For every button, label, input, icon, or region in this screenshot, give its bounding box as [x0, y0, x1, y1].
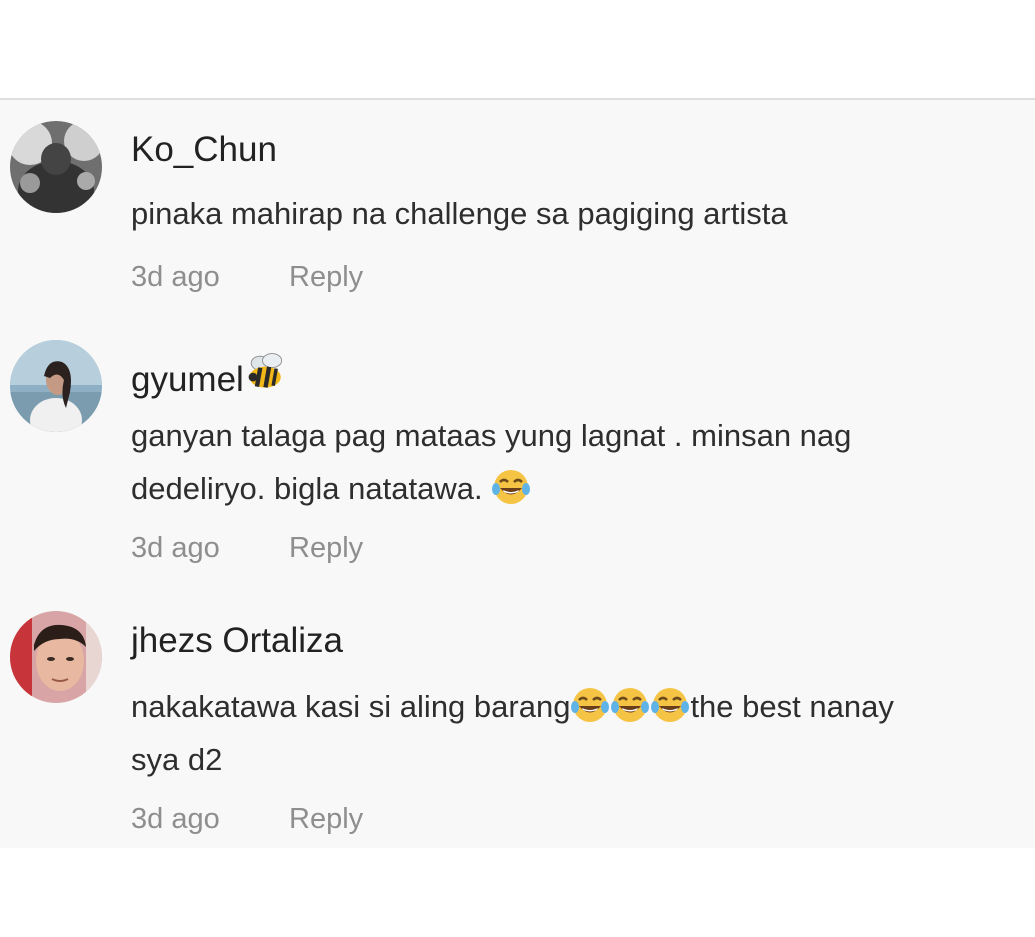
face-with-tears-of-joy-icon [491, 467, 531, 507]
face-with-tears-of-joy-icon [610, 685, 650, 725]
avatar[interactable] [10, 121, 102, 213]
username[interactable]: jhezs Ortaliza [131, 621, 343, 661]
avatar-image [10, 340, 102, 432]
username[interactable]: Ko_Chun [131, 130, 277, 170]
reply-button[interactable]: Reply [289, 261, 363, 294]
comment-text: ganyan talaga pag mataas yung lagnat . m… [131, 409, 1026, 515]
face-with-tears-of-joy-icon [570, 685, 610, 725]
comment-meta: 3d ago Reply [131, 803, 363, 836]
comment-text-line: ganyan talaga pag mataas yung lagnat . m… [131, 418, 852, 453]
username-text: gyumel [131, 360, 244, 399]
comment-text-line: nakakatawa kasi si aling barang the best… [131, 680, 1026, 733]
comment-time: 3d ago [131, 803, 220, 835]
avatar-image [10, 121, 102, 213]
avatar-image [10, 611, 102, 703]
comment-meta: 3d ago Reply [131, 532, 363, 565]
reply-button[interactable]: Reply [289, 803, 363, 836]
comment-text-line: sya d2 [131, 742, 223, 777]
comment-text: nakakatawa kasi si aling barang the best… [131, 680, 1026, 786]
avatar[interactable] [10, 611, 102, 703]
comment-text: pinaka mahirap na challenge sa pagiging … [131, 196, 788, 231]
avatar[interactable] [10, 340, 102, 432]
comment-meta: 3d ago Reply [131, 261, 363, 294]
comment-text-segment: the best nanay [690, 689, 894, 724]
comment-text-line: dedeliryo. bigla natatawa. [131, 462, 1026, 515]
comment-time: 3d ago [131, 532, 220, 564]
comment-time: 3d ago [131, 261, 220, 293]
comment-text-segment: dedeliryo. bigla natatawa. [131, 471, 483, 506]
bee-icon [246, 351, 292, 397]
comment-text-segment: nakakatawa kasi si aling barang [131, 689, 571, 724]
username[interactable]: gyumel [131, 351, 292, 400]
reply-button[interactable]: Reply [289, 532, 363, 565]
face-with-tears-of-joy-icon [650, 685, 690, 725]
